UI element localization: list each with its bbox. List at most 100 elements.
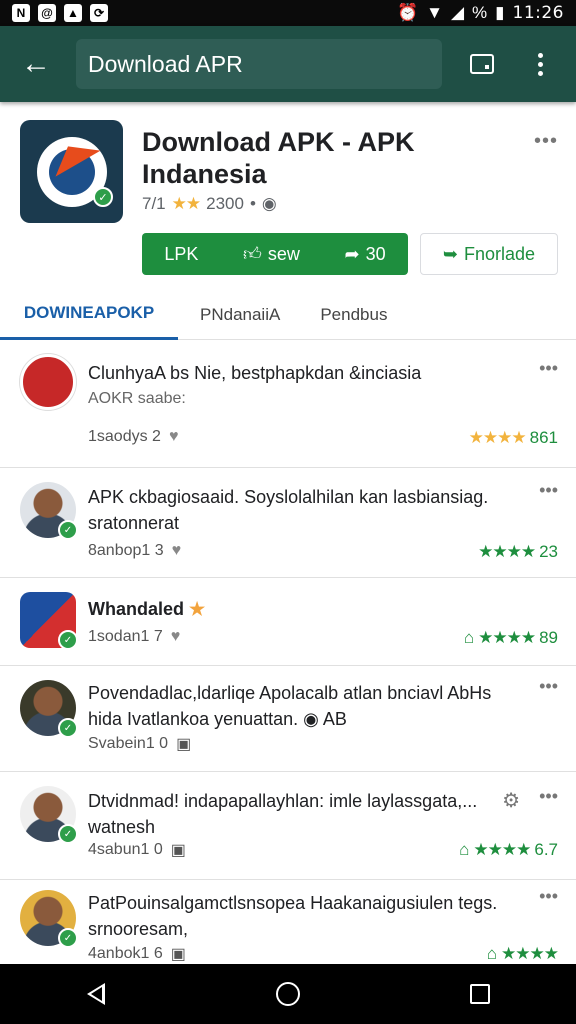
review-more-button[interactable]: ••• (539, 886, 558, 907)
avatar: ✓ (20, 680, 78, 738)
review-rating: ⌂ ★★★★ 89 (464, 628, 558, 648)
review-more-button[interactable]: ••• (539, 786, 558, 807)
back-button[interactable]: ← (14, 42, 58, 86)
tab-pendbus[interactable]: Pendbus (304, 290, 403, 340)
rating-value: 861 (529, 428, 558, 447)
nav-home-button[interactable] (258, 964, 318, 1024)
star-icon: ★★ (171, 194, 202, 213)
review-meta: Svabein1 0 ▣ (88, 734, 191, 754)
app-meta: 7/1 ★★ 2300 • ◉ (142, 194, 277, 214)
review-date: 4sabun1 0 (88, 841, 163, 858)
review-title: PatPouinsalgamctlsnsopea Haakanaigusiule… (88, 893, 498, 939)
comment-icon: ▣ (170, 842, 186, 859)
nav-back-button[interactable] (66, 964, 126, 1024)
review-meta: 1sodan1 7 ♥ (88, 628, 180, 646)
install-button[interactable]: LPK 👍︎ sew ➦ 30 (142, 233, 408, 275)
verified-icon: ✓ (58, 928, 78, 948)
review-meta: 1saodys 2 ♥ (88, 428, 178, 446)
review-title: Whandaled ★ (88, 596, 506, 622)
list-item[interactable]: ✓ Dtvidnmad! indapapallayhlan: imle layl… (0, 772, 576, 880)
review-title-text: Whandaled (88, 599, 185, 619)
heart-icon: ♥ (170, 628, 181, 645)
star-icon: ★★★★ (501, 944, 559, 963)
review-title: APK ckbagiosaaid. Soyslolalhilan kan las… (88, 487, 489, 533)
review-subtitle: AOKR saabe: (88, 390, 186, 407)
list-item[interactable]: ✓ PatPouinsalgamctlsnsopea Haakanaigusiu… (0, 880, 576, 963)
star-icon: ★★★★ (468, 428, 527, 447)
status-bar: N @ ▲ ⟳ ⏰ ▼ ◢ % ▮ 11:26 (0, 0, 576, 26)
review-rating: ⌂ ★★★★ 6.7 (459, 840, 558, 860)
list-item[interactable]: ClunhyaA bs Nie, bestphapkdan &inciasia … (0, 340, 576, 468)
nav-recents-button[interactable] (450, 964, 510, 1024)
thumb-icon: ⌂ (463, 628, 475, 647)
tab-indonesia[interactable]: PNdanaiiA (184, 290, 296, 340)
review-rating: ⌂ ★★★★ (486, 944, 559, 964)
review-date: 1saodys 2 (88, 428, 161, 445)
thumb-icon: ⌂ (486, 944, 498, 963)
avatar: ✓ (20, 482, 78, 540)
action-buttons: LPK 👍︎ sew ➦ 30 ➥ Fnorlade (142, 233, 558, 275)
cast-button[interactable] (460, 42, 504, 86)
review-meta: 4anbok1 6 ▣ (88, 944, 186, 964)
share-icon: ➦ (344, 243, 360, 264)
like-group: 👍︎ sew (243, 243, 300, 265)
review-more-button[interactable]: ••• (539, 480, 558, 501)
list-item[interactable]: ✓ Whandaled ★ 1sodan1 7 ♥ ⌂ ★★★★ 89 (0, 578, 576, 666)
overflow-menu-button[interactable] (518, 42, 562, 86)
avatar: ✓ (20, 592, 78, 650)
tab-download[interactable]: DOWINEAPOKP (0, 290, 178, 340)
review-title: Dtvidnmad! indapapallayhlan: imle laylas… (88, 791, 478, 837)
verified-icon: ✓ (93, 187, 113, 207)
battery-icon: ▮ (495, 3, 505, 22)
sync-icon: ⟳ (90, 4, 108, 22)
list-item[interactable]: ✓ Povendadlac,ldarliqe Apolacalb atlan b… (0, 666, 576, 772)
comment-icon: ▣ (176, 736, 192, 753)
review-more-button[interactable]: ••• (539, 676, 558, 697)
search-field[interactable]: Download APR (76, 39, 442, 89)
notification-icon: N (12, 4, 30, 22)
star-icon: ★★★★ (478, 542, 536, 561)
app-more-button[interactable]: ••• (534, 130, 558, 153)
star-icon: ★★★★ (473, 840, 531, 859)
photos-icon: ▲ (64, 4, 82, 22)
like-count: sew (267, 243, 300, 264)
battery-percent: % (472, 3, 488, 22)
comment-icon: ▣ (170, 946, 186, 963)
star-badge-icon: ★ (189, 599, 206, 619)
circle-home-icon (276, 982, 300, 1006)
toolbar: ← Download APR (0, 26, 576, 102)
review-more-button[interactable]: ••• (539, 358, 558, 379)
review-meta: 8anbop1 3 ♥ (88, 542, 181, 560)
info-icon: ◉ (303, 709, 319, 729)
review-title: ClunhyaA bs Nie, bestphapkdan &inciasia (88, 363, 422, 383)
thumb-icon: ⌂ (459, 840, 470, 859)
share-count: 30 (365, 243, 386, 264)
info-icon: ◉ (261, 194, 277, 213)
alarm-icon: ⏰ (396, 3, 419, 22)
rating-value: 89 (539, 628, 558, 647)
review-date: 1sodan1 7 (88, 628, 163, 645)
review-date: 8anbop1 3 (88, 542, 164, 559)
clock: 11:26 (512, 3, 564, 23)
verified-icon: ✓ (58, 630, 78, 650)
triangle-back-icon (87, 983, 105, 1005)
messaging-icon: @ (38, 4, 56, 22)
secondary-button[interactable]: ➥ Fnorlade (420, 233, 558, 275)
wifi-icon: ▼ (426, 3, 443, 22)
list-item[interactable]: ✓ APK ckbagiosaaid. Soyslolalhilan kan l… (0, 468, 576, 578)
thumbs-up-icon: 👍︎ (243, 244, 262, 264)
app-rating-value: 7/1 (142, 194, 166, 213)
gear-icon[interactable]: ⚙ (502, 788, 520, 813)
heart-icon: ♥ (168, 428, 179, 445)
verified-icon: ✓ (58, 824, 78, 844)
review-title-text: Povendadlac,ldarliqe Apolacalb atlan bnc… (88, 683, 492, 729)
review-list: ClunhyaA bs Nie, bestphapkdan &inciasia … (0, 340, 576, 963)
review-date: 4anbok1 6 (88, 945, 163, 962)
heart-icon: ♥ (171, 542, 182, 559)
rating-value: 6.7 (534, 840, 558, 859)
star-icon: ★★★★ (478, 628, 536, 647)
share-group: ➦ 30 (345, 244, 386, 265)
signal-icon: ◢ (450, 3, 465, 22)
app-icon: ✓ (20, 120, 123, 223)
square-recents-icon (470, 984, 490, 1004)
